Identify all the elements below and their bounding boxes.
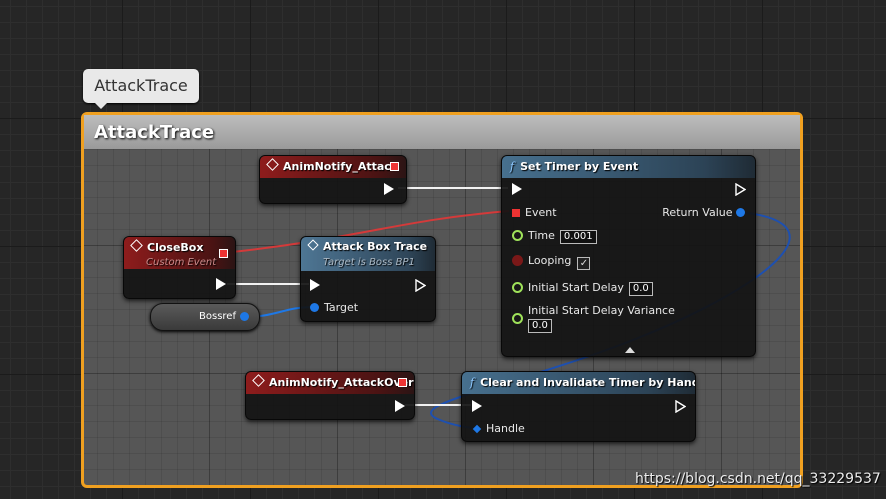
- looping-pin-row[interactable]: Looping ✓: [512, 253, 591, 270]
- event-diamond-icon: [130, 239, 143, 252]
- variable-bossref[interactable]: Bossref: [150, 303, 260, 331]
- delegate-pin[interactable]: [390, 162, 399, 171]
- function-icon: [307, 239, 319, 251]
- looping-label: Looping: [528, 254, 572, 267]
- return-value-row[interactable]: Return Value: [662, 205, 745, 221]
- delay-input[interactable]: 0.0: [628, 282, 653, 296]
- variable-label: Bossref: [199, 311, 236, 322]
- node-header: f Clear and Invalidate Timer by Handle: [462, 372, 695, 394]
- node-header: Attack Box Trace Target is Boss BP1: [301, 237, 435, 271]
- time-input[interactable]: 0.001: [559, 230, 597, 244]
- node-title: AnimNotify_Attack: [283, 160, 399, 173]
- delegate-pin-icon: [512, 209, 520, 217]
- node-subtitle: Target is Boss BP1: [323, 257, 415, 268]
- event-label: Event: [525, 206, 557, 219]
- exec-in-pin[interactable]: [310, 279, 320, 291]
- handle-pin-row[interactable]: Handle: [472, 421, 525, 437]
- event-pin-row[interactable]: Event: [512, 205, 557, 221]
- return-value-label: Return Value: [662, 206, 733, 219]
- handle-label: Handle: [486, 422, 525, 435]
- exec-in-pin[interactable]: [512, 183, 522, 195]
- node-title: Attack Box Trace: [323, 240, 428, 253]
- delegate-pin[interactable]: [219, 249, 228, 258]
- node-header: AnimNotify_AttackOver: [246, 372, 414, 394]
- target-pin-row[interactable]: Target: [310, 300, 358, 316]
- handle-pin-icon: [736, 208, 745, 217]
- function-icon: f: [470, 376, 475, 389]
- exec-out-pin[interactable]: [384, 183, 394, 195]
- exec-out-pin[interactable]: [735, 183, 746, 196]
- exec-out-pin[interactable]: [216, 278, 226, 290]
- event-diamond-icon: [252, 374, 265, 387]
- node-title: Set Timer by Event: [520, 160, 639, 173]
- node-header: f Set Timer by Event: [502, 156, 755, 178]
- node-clear-invalidate-timer[interactable]: f Clear and Invalidate Timer by Handle Ha…: [461, 371, 696, 442]
- node-closebox[interactable]: CloseBox Custom Event: [123, 236, 236, 299]
- exec-out-pin[interactable]: [415, 279, 426, 292]
- exec-out-pin[interactable]: [395, 400, 405, 412]
- watermark: https://blog.csdn.net/qq_33229537: [635, 471, 881, 487]
- float-pin-icon: [512, 282, 523, 293]
- object-pin-icon: [310, 303, 319, 312]
- node-animnotify-attack[interactable]: AnimNotify_Attack: [259, 155, 407, 204]
- exec-out-pin[interactable]: [675, 400, 686, 413]
- delegate-pin[interactable]: [398, 378, 407, 387]
- float-pin-icon: [512, 230, 523, 241]
- node-header: CloseBox Custom Event: [124, 237, 235, 269]
- float-pin-icon: [512, 313, 523, 324]
- time-pin-row[interactable]: Time 0.001: [512, 228, 597, 244]
- collapse-arrow-icon[interactable]: [624, 347, 635, 353]
- bool-pin-icon: [512, 255, 523, 266]
- object-pin-icon[interactable]: [240, 312, 249, 321]
- node-set-timer-by-event[interactable]: f Set Timer by Event Event Return Value T…: [501, 155, 756, 357]
- delay-pin-row[interactable]: Initial Start Delay 0.0: [512, 280, 653, 296]
- node-title: CloseBox: [147, 241, 204, 254]
- looping-checkbox[interactable]: ✓: [577, 257, 591, 270]
- exec-in-pin[interactable]: [472, 400, 482, 412]
- node-header: AnimNotify_Attack: [260, 156, 406, 178]
- delay-label: Initial Start Delay: [528, 281, 624, 294]
- function-icon: f: [510, 160, 515, 173]
- variance-input[interactable]: 0.0: [528, 319, 552, 333]
- node-attack-box-trace[interactable]: Attack Box Trace Target is Boss BP1 Targ…: [300, 236, 436, 322]
- handle-pin-icon: [472, 424, 482, 434]
- node-title: AnimNotify_AttackOver: [269, 376, 414, 389]
- target-label: Target: [324, 301, 359, 314]
- event-diamond-icon: [266, 158, 279, 171]
- node-animnotify-attackover[interactable]: AnimNotify_AttackOver: [245, 371, 415, 420]
- time-label: Time: [528, 229, 555, 242]
- variance-label: Initial Start Delay Variance: [528, 304, 675, 317]
- node-title: Clear and Invalidate Timer by Handle: [480, 376, 696, 389]
